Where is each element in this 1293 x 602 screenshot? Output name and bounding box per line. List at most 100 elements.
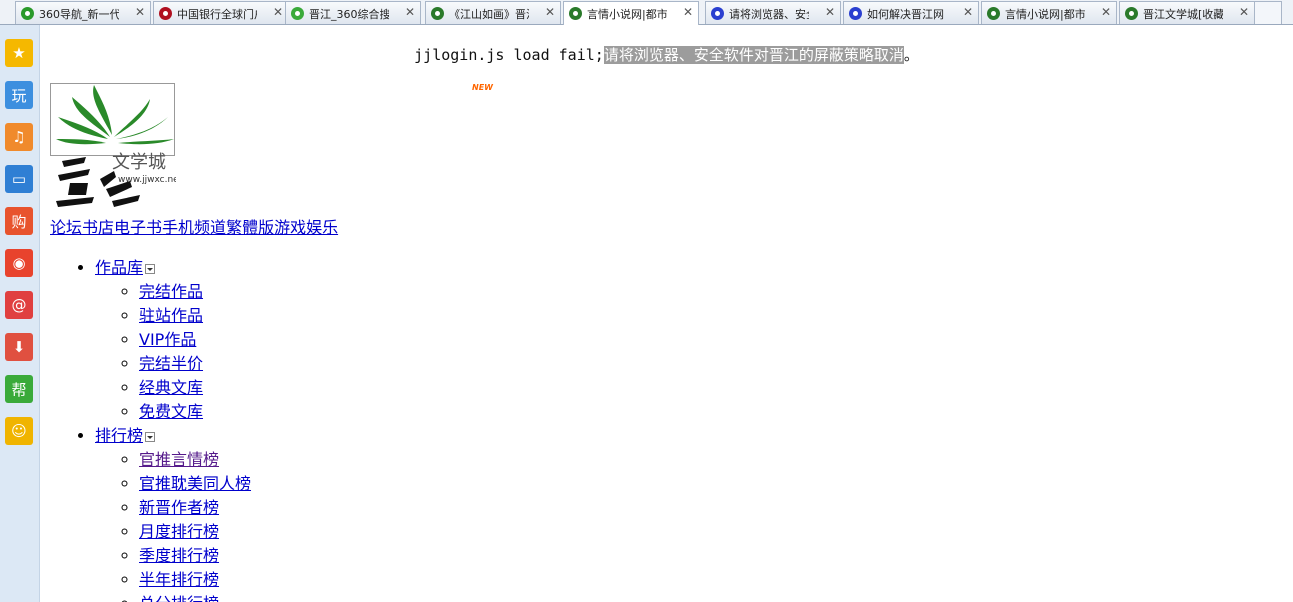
menu-section-link[interactable]: 作品库 [95,258,143,277]
browser-sidebar: ★ 玩 ♫ ▭ 购 ◉ @ ⬇ 帮 ☺ [0,25,40,602]
top-link[interactable]: 书店 [82,218,114,237]
tab-label: 晋江_360综合搜索 [309,8,389,21]
top-link[interactable]: 手机频道 [162,218,226,237]
help-icon[interactable]: 帮 [5,375,33,403]
baidu-icon [710,6,725,21]
so-icon [290,6,305,21]
submenu-item: 完结半价 [139,352,251,376]
menu-list: 作品库完结作品驻站作品 VIP作品完结半价经典文库免费文库排行榜官推言情榜官推耽美… [40,256,251,602]
submenu-item: 官推耽美同人榜 [139,472,251,496]
browser-tab[interactable]: 中国银行全球门户 ✕ [153,1,289,24]
menu-section: 排行榜官推言情榜官推耽美同人榜新晋作者榜月度排行榜季度排行榜半年排行榜总分排行榜 [95,424,251,602]
tab-label: 言情小说网|都市 [1005,8,1085,21]
submenu-item: 经典文库 [139,376,251,400]
submenu-link[interactable]: 官推言情榜 [139,450,219,469]
close-tab-icon[interactable]: ✕ [405,5,415,19]
top-link[interactable]: 论坛 [50,218,82,237]
top-nav-links: 论坛书店电子书手机频道繁體版游戏娱乐 [50,214,338,238]
play-icon[interactable]: 玩 [5,81,33,109]
close-tab-icon[interactable]: ✕ [825,5,835,19]
submenu-link[interactable]: 经典文库 [139,378,203,397]
logo-site-text: www.jjwxc.net [118,175,176,185]
browser-tab[interactable]: 晋江文学城[收藏 ✕ [1119,1,1255,24]
tab-label: 中国银行全球门户 [177,8,257,21]
tab-label: 《江山如画》晋江 [449,8,529,21]
tab-label: 如何解决晋江网 [867,8,944,21]
360-icon [20,6,35,21]
submenu-item: 季度排行榜 [139,544,251,568]
top-link[interactable]: 游戏娱乐 [274,218,338,237]
page-content: jjlogin.js load fail;请将浏览器、安全软件对晋江的屏蔽策略取… [40,26,1293,602]
submenu-item: 月度排行榜 [139,520,251,544]
browser-tab[interactable]: 晋江_360综合搜索 ✕ [285,1,421,24]
submenu-item: 官推言情榜 [139,448,251,472]
browser-tab[interactable]: 360导航_新一代 ✕ [15,1,151,24]
boc-icon [158,6,173,21]
browser-tab[interactable]: 请将浏览器、安全 ✕ [705,1,841,24]
message-highlight: 请将浏览器、安全软件对晋江的屏蔽策略取消 [603,46,904,64]
submenu-list: 完结作品驻站作品 VIP作品完结半价经典文库免费文库 [95,280,251,424]
submenu-item: 新晋作者榜 [139,496,251,520]
top-link[interactable]: 电子书 [114,218,162,237]
music-icon[interactable]: ♫ [5,123,33,151]
star-icon[interactable]: ★ [5,39,33,67]
menu-section-link[interactable]: 排行榜 [95,426,143,445]
submenu-link[interactable]: 季度排行榜 [139,546,219,565]
new-tab-button[interactable] [1254,1,1282,24]
tab-label: 言情小说网|都市 [587,8,667,21]
message-suffix: 。 [903,46,919,64]
weibo-icon[interactable]: ◉ [5,249,33,277]
submenu-link[interactable]: 完结作品 [139,282,203,301]
jjwxc-logo[interactable]: 文学城 www.jjwxc.net [50,83,183,211]
book-icon[interactable]: ▭ [5,165,33,193]
tab-label: 请将浏览器、安全 [729,8,809,21]
browser-tab[interactable]: 言情小说网|都市 ✕ [563,1,699,25]
submenu-link[interactable]: 月度排行榜 [139,522,219,541]
close-tab-icon[interactable]: ✕ [963,5,973,19]
tab-label: 晋江文学城[收藏 [1143,8,1223,21]
submenu-link[interactable]: VIP作品 [139,330,196,349]
submenu-link[interactable]: 免费文库 [139,402,203,421]
logo-brand-text: 文学城 [112,152,166,173]
submenu-item: 半年排行榜 [139,568,251,592]
close-tab-icon[interactable]: ✕ [273,5,283,19]
download-icon[interactable]: ⬇ [5,333,33,361]
dropdown-arrow-icon[interactable] [145,263,156,274]
dropdown-arrow-icon[interactable] [145,431,156,442]
submenu-link[interactable]: 总分排行榜 [139,594,219,602]
menu-section: 作品库完结作品驻站作品 VIP作品完结半价经典文库免费文库 [95,256,251,424]
top-link[interactable]: 繁體版 [226,218,274,237]
submenu-item: VIP作品 [139,328,251,352]
close-tab-icon[interactable]: ✕ [1239,5,1249,19]
submenu-link[interactable]: 官推耽美同人榜 [139,474,251,493]
submenu-list: 官推言情榜官推耽美同人榜新晋作者榜月度排行榜季度排行榜半年排行榜总分排行榜 [95,448,251,602]
jj-icon [1124,6,1139,21]
jj-icon [568,6,583,21]
close-tab-icon[interactable]: ✕ [1101,5,1111,19]
submenu-link[interactable]: 驻站作品 [139,306,203,325]
submenu-item: 免费文库 [139,400,251,424]
close-tab-icon[interactable]: ✕ [683,5,693,19]
submenu-link[interactable]: 半年排行榜 [139,570,219,589]
submenu-link[interactable]: 完结半价 [139,354,203,373]
main-menu: 作品库完结作品驻站作品 VIP作品完结半价经典文库免费文库排行榜官推言情榜官推耽美… [40,256,251,602]
submenu-item: 驻站作品 [139,304,251,328]
baidu-icon [848,6,863,21]
close-tab-icon[interactable]: ✕ [545,5,555,19]
new-badge: NEW [472,83,493,92]
browser-tab[interactable]: 《江山如画》晋江 ✕ [425,1,561,24]
jj-icon [430,6,445,21]
shop-icon[interactable]: 购 [5,207,33,235]
submenu-item: 总分排行榜 [139,592,251,602]
close-tab-icon[interactable]: ✕ [135,5,145,19]
smile-icon[interactable]: ☺ [5,417,33,445]
browser-tab[interactable]: 言情小说网|都市 ✕ [981,1,1117,24]
jj-icon [986,6,1001,21]
message-prefix: jjlogin.js load fail; [414,46,604,64]
mail-icon[interactable]: @ [5,291,33,319]
browser-tab[interactable]: 如何解决晋江网 ✕ [843,1,979,24]
submenu-item: 完结作品 [139,280,251,304]
load-fail-message: jjlogin.js load fail;请将浏览器、安全软件对晋江的屏蔽策略取… [40,44,1293,65]
submenu-link[interactable]: 新晋作者榜 [139,498,219,517]
browser-tab-bar: 360导航_新一代✕中国银行全球门户✕晋江_360综合搜索✕《江山如画》晋江✕言… [0,0,1293,25]
